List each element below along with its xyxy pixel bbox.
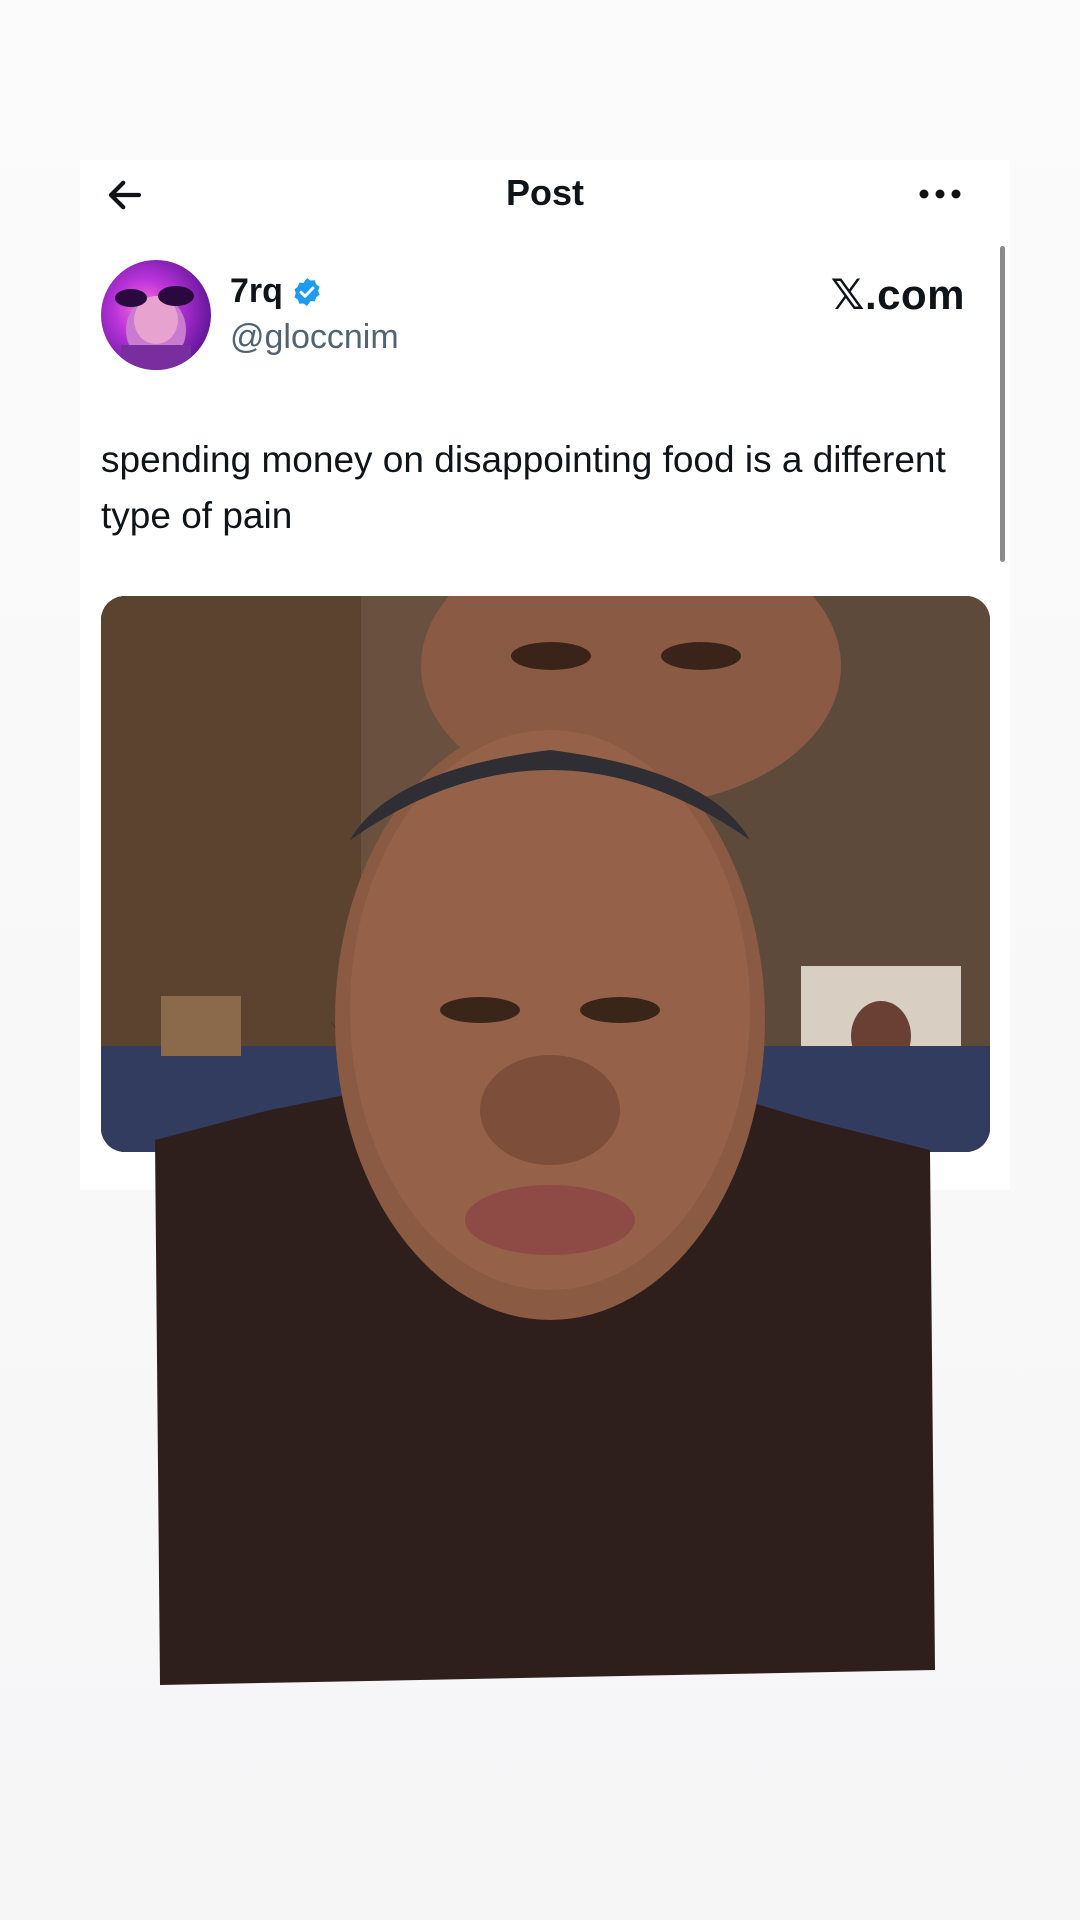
verified-badge-icon — [294, 277, 320, 306]
x-logo: 𝕏.com — [830, 271, 965, 318]
author-display-name: 7rq — [230, 272, 283, 310]
screen: Post 7rq @gloccnim 𝕏.com spending money … — [0, 0, 1080, 1920]
post-text: spending money on disappointing food is … — [101, 439, 946, 536]
top-bar: Post — [80, 160, 1010, 230]
more-options-button[interactable] — [910, 174, 970, 214]
overlay-person-cutout — [150, 710, 940, 1685]
scrollbar[interactable] — [1000, 246, 1005, 562]
more-horizontal-icon — [919, 189, 961, 199]
author-name[interactable]: 7rq — [230, 272, 323, 311]
avatar[interactable] — [101, 260, 211, 370]
page-title: Post — [505, 172, 584, 213]
author-handle[interactable]: @gloccnim — [230, 318, 399, 357]
